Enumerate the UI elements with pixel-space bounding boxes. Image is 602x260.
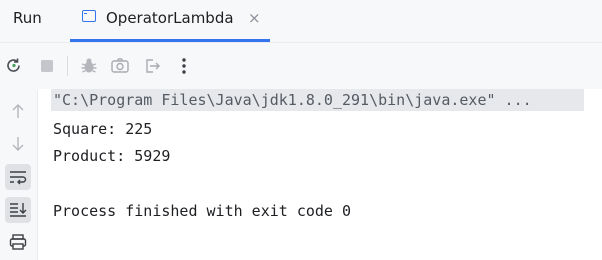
toolbar-separator [67,56,68,76]
command-line[interactable]: "C:\Program Files\Java\jdk1.8.0_291\bin\… [53,90,532,110]
scroll-up-icon[interactable] [5,98,31,124]
camera-icon[interactable] [109,55,131,77]
rerun-icon[interactable] [3,55,25,77]
process-exit-line: Process finished with exit code 0 [53,202,352,220]
print-icon[interactable] [5,229,31,255]
soft-wrap-icon[interactable] [5,164,31,190]
output-line: Square: 225 [53,120,153,138]
scroll-down-icon[interactable] [5,131,31,157]
tab-title: OperatorLambda [106,9,234,27]
console-output[interactable]: "C:\Program Files\Java\jdk1.8.0_291\bin\… [38,89,602,260]
debug-icon[interactable] [78,55,100,77]
scroll-to-end-icon[interactable] [5,197,31,223]
close-icon[interactable]: × [248,9,261,27]
stop-icon[interactable] [36,55,58,77]
panel-title: Run [13,9,42,27]
exit-icon[interactable] [141,55,163,77]
run-toolbar [0,43,602,89]
more-icon[interactable] [173,55,195,77]
console-window-icon [82,10,96,22]
tab-operatorlambda[interactable]: OperatorLambda × [70,0,270,42]
output-line: Product: 5929 [53,147,171,165]
run-panel-header: Run OperatorLambda × [0,0,602,42]
console-gutter [0,89,37,260]
